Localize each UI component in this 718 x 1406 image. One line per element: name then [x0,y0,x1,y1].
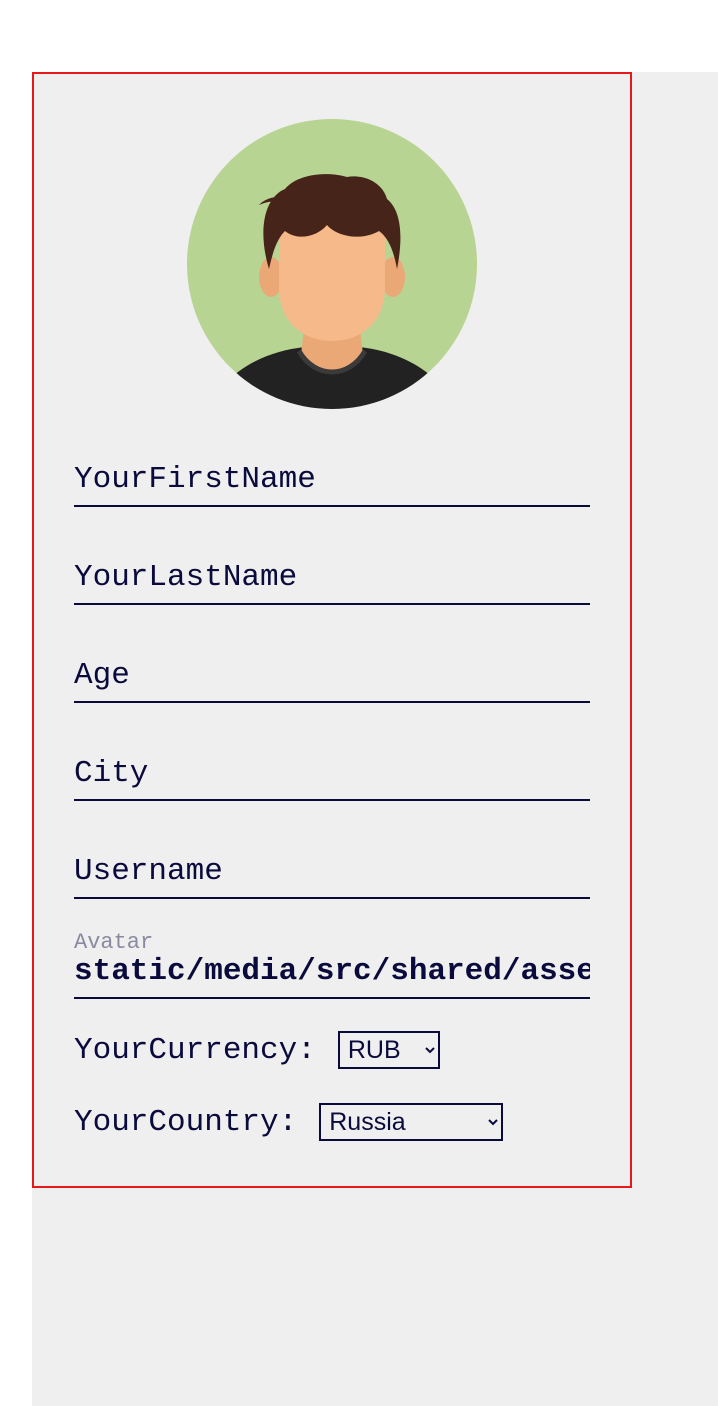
country-select[interactable]: Russia [319,1103,504,1141]
country-label: YourCountry: [74,1104,298,1140]
city-field [74,756,590,801]
person-avatar-icon [187,119,477,409]
profile-card: Avatar YourCurrency: RUB YourCountry: Ru… [32,72,632,1188]
first-name-input[interactable] [74,462,590,507]
age-field [74,658,590,703]
avatar-field [74,954,590,999]
avatar-path-input[interactable] [74,954,590,999]
currency-label: YourCurrency: [74,1032,316,1068]
last-name-input[interactable] [74,560,590,605]
city-input[interactable] [74,756,590,801]
username-input[interactable] [74,854,590,899]
username-field [74,854,590,899]
age-input[interactable] [74,658,590,703]
first-name-field [74,462,590,507]
currency-select[interactable]: RUB [337,1031,440,1069]
avatar-label: Avatar [74,930,154,955]
currency-row: YourCurrency: RUB [74,1031,440,1069]
country-row: YourCountry: Russia [74,1103,504,1141]
last-name-field [74,560,590,605]
